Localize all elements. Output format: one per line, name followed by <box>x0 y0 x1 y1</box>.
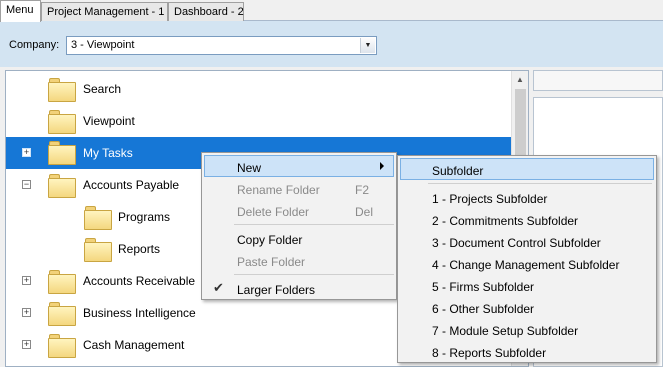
tree-item-label: Reports <box>118 242 161 256</box>
tree-item-label: Business Intelligence <box>83 306 196 320</box>
menu-item-label: Rename Folder <box>237 183 320 197</box>
company-label: Company: <box>9 39 60 51</box>
menu-item-larger-folders[interactable]: ✔ Larger Folders <box>204 277 394 299</box>
expand-icon[interactable]: + <box>22 308 31 317</box>
tree-item-label: Viewpoint <box>83 114 135 128</box>
submenu-item-change-management[interactable]: 4 - Change Management Subfolder <box>400 252 654 274</box>
folder-icon <box>84 206 112 230</box>
tree-item-label: Accounts Payable <box>83 178 180 192</box>
tree-item-label: Programs <box>118 210 171 224</box>
tree-item-label: Cash Management <box>83 338 185 352</box>
submenu-item-document-control[interactable]: 3 - Document Control Subfolder <box>400 230 654 252</box>
menu-item-label: Copy Folder <box>237 233 303 247</box>
tab-strip: Menu Project Management - 1 Dashboard - … <box>0 0 663 22</box>
submenu-item-reports[interactable]: 8 - Reports Subfolder <box>400 340 654 362</box>
tree-item-search[interactable]: Search <box>6 73 512 105</box>
folder-icon <box>48 78 76 102</box>
menu-item-label: Larger Folders <box>237 283 316 297</box>
checkmark-icon: ✔ <box>213 280 224 295</box>
tree-item-label: Accounts Receivable <box>83 274 196 288</box>
menu-item-copy-folder[interactable]: Copy Folder <box>204 227 394 249</box>
submenu-arrow-icon <box>380 162 384 170</box>
shortcut-label: F2 <box>355 183 370 197</box>
scroll-up-icon[interactable]: ▲ <box>512 71 528 88</box>
menu-item-delete-folder[interactable]: Delete Folder Del <box>204 199 394 221</box>
menu-item-paste-folder[interactable]: Paste Folder <box>204 249 394 271</box>
tab-dashboard[interactable]: Dashboard - 2 <box>168 2 244 21</box>
menu-item-rename-folder[interactable]: Rename Folder F2 <box>204 177 394 199</box>
submenu-item-other[interactable]: 6 - Other Subfolder <box>400 296 654 318</box>
right-panel-header <box>533 70 663 91</box>
expand-icon[interactable]: + <box>22 148 31 157</box>
folder-icon <box>84 238 112 262</box>
folder-icon <box>48 334 76 358</box>
context-menu: New Rename Folder F2 Delete Folder Del C… <box>201 152 397 300</box>
expand-icon[interactable]: + <box>22 276 31 285</box>
tree-item-label: Search <box>83 82 122 96</box>
menu-separator <box>234 224 394 225</box>
folder-icon <box>48 174 76 198</box>
menu-item-new[interactable]: New <box>204 155 394 177</box>
submenu-item-module-setup[interactable]: 7 - Module Setup Subfolder <box>400 318 654 340</box>
submenu-item-subfolder[interactable]: Subfolder <box>400 158 654 180</box>
menu-item-label: Paste Folder <box>237 255 306 269</box>
tab-menu[interactable]: Menu <box>0 0 41 22</box>
collapse-icon[interactable]: − <box>22 180 31 189</box>
tab-project-management[interactable]: Project Management - 1 <box>41 2 168 21</box>
folder-icon <box>48 110 76 134</box>
company-select-value: 3 - Viewpoint <box>71 39 135 51</box>
new-submenu: Subfolder 1 - Projects Subfolder 2 - Com… <box>397 155 657 363</box>
menu-item-label: New <box>237 161 262 175</box>
tree-item-label: My Tasks <box>83 146 133 160</box>
submenu-item-projects[interactable]: 1 - Projects Subfolder <box>400 186 654 208</box>
menu-separator <box>428 183 652 184</box>
submenu-item-commitments[interactable]: 2 - Commitments Subfolder <box>400 208 654 230</box>
folder-icon <box>48 302 76 326</box>
expand-icon[interactable]: + <box>22 340 31 349</box>
menu-separator <box>234 274 394 275</box>
submenu-item-firms[interactable]: 5 - Firms Subfolder <box>400 274 654 296</box>
tree-item-viewpoint[interactable]: Viewpoint <box>6 105 512 137</box>
company-bar: Company: 3 - Viewpoint ▼ <box>0 21 663 67</box>
folder-icon <box>48 141 76 165</box>
chevron-down-icon[interactable]: ▼ <box>360 38 375 53</box>
folder-icon <box>48 270 76 294</box>
company-select[interactable]: 3 - Viewpoint ▼ <box>66 36 377 55</box>
menu-item-label: Delete Folder <box>237 205 310 219</box>
shortcut-label: Del <box>355 205 374 219</box>
